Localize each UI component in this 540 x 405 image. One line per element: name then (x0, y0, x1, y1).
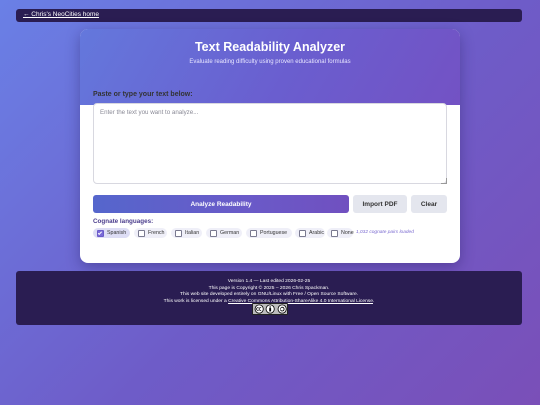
cognate-option-label: Portuguese (260, 230, 288, 236)
text-input[interactable] (93, 103, 447, 184)
checkbox-icon[interactable] (331, 229, 338, 237)
analyze-readability-button[interactable]: Analyze Readability (93, 195, 349, 213)
footer-developed: This web site developed entirely on GNU/… (179, 292, 359, 297)
checkbox-icon[interactable] (97, 229, 104, 237)
footer-version: Version 1.4 — Last edited 2026-02-25 (227, 279, 311, 284)
cognate-languages-label: Cognate languages: (93, 218, 154, 225)
footer-copyright: This page is Copyright © 2025 – 2026 Chr… (208, 285, 330, 291)
page-subtitle: Evaluate reading difficulty using proven… (189, 59, 351, 65)
cognate-option-none[interactable]: None (327, 228, 354, 238)
checkbox-icon[interactable] (175, 229, 182, 237)
license-link[interactable]: Creative Commons Attribution-ShareAlike … (228, 299, 373, 304)
checkbox-icon[interactable] (299, 229, 306, 237)
cc-by-sa-badge[interactable] (252, 303, 288, 315)
cognate-option-label: Spanish (107, 230, 127, 236)
text-input-label: Paste or type your text below: (93, 91, 193, 98)
page-title: Text Readability Analyzer (194, 40, 346, 54)
analyzer-card: Text Readability Analyzer Evaluate readi… (80, 29, 460, 263)
checkbox-icon[interactable] (250, 229, 257, 237)
cognate-option-portuguese[interactable]: Portuguese (246, 228, 292, 238)
sa-share-alike-icon (277, 304, 287, 314)
cognate-option-label: French (148, 230, 165, 236)
checkbox-icon[interactable] (210, 229, 217, 237)
checkbox-icon[interactable] (138, 229, 145, 237)
top-nav-bar: ← Chris's NeoCities home (16, 9, 522, 22)
license-prefix: This work is licensed under a (163, 298, 227, 304)
cognate-option-label: German (220, 230, 240, 236)
import-pdf-button[interactable]: Import PDF (353, 195, 407, 213)
cognate-pairs-status: 1,032 cognate pairs loaded (356, 230, 414, 235)
site-footer: Version 1.4 — Last edited 2026-02-25 Thi… (16, 271, 522, 325)
cognate-option-label: None (341, 230, 354, 236)
cc-logo-icon (254, 304, 264, 314)
by-person-icon (265, 304, 276, 314)
cognate-option-french[interactable]: French (134, 228, 167, 238)
cognate-option-arabic[interactable]: Arabic (295, 228, 325, 238)
cognate-option-label: Italian (185, 230, 200, 236)
cognate-option-spanish[interactable]: Spanish (93, 228, 130, 238)
resize-handle[interactable] (441, 178, 447, 184)
cognate-option-italian[interactable]: Italian (171, 228, 202, 238)
cognate-option-german[interactable]: German (206, 228, 242, 238)
home-link[interactable]: ← Chris's NeoCities home (23, 11, 99, 18)
license-suffix: . (372, 298, 375, 304)
clear-button[interactable]: Clear (411, 195, 447, 213)
cognate-option-label: Arabic (309, 230, 325, 236)
